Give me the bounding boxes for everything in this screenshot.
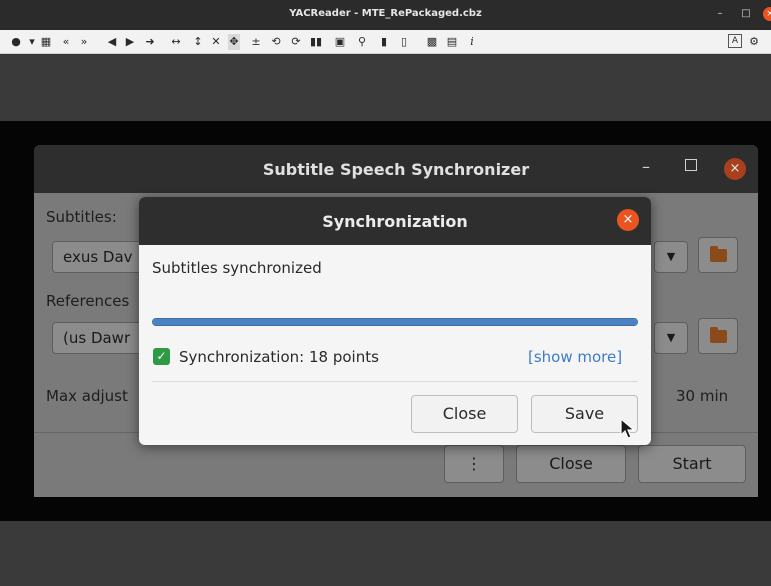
sync-close-button[interactable]: Close bbox=[411, 395, 518, 433]
sync-dialog-close-button[interactable]: × bbox=[617, 209, 639, 231]
sync-message: Subtitles synchronized bbox=[152, 259, 322, 277]
folder-icon bbox=[710, 327, 727, 343]
dropdown-arrow-icon[interactable]: ▾ bbox=[26, 34, 38, 50]
subsync-maximize-button[interactable] bbox=[685, 159, 697, 171]
sync-progress-fill bbox=[153, 319, 637, 325]
goto-page-icon[interactable]: ▩ bbox=[426, 34, 438, 50]
sync-dialog-separator bbox=[152, 381, 638, 382]
check-icon: ✓ bbox=[153, 348, 170, 365]
max-adjust-value: 30 min bbox=[676, 387, 729, 405]
comment-icon[interactable]: ● bbox=[10, 34, 22, 50]
subtitles-folder-button[interactable] bbox=[698, 237, 738, 273]
zoom-icon[interactable]: ± bbox=[250, 34, 262, 50]
next-icon[interactable]: ▶ bbox=[124, 34, 136, 50]
references-folder-button[interactable] bbox=[698, 318, 738, 354]
rotate-right-icon[interactable]: ⟳ bbox=[290, 34, 302, 50]
manga-icon[interactable]: ▣ bbox=[334, 34, 346, 50]
maximize-button[interactable]: □ bbox=[738, 6, 754, 22]
info-icon[interactable]: i bbox=[466, 34, 478, 50]
show-bookmarks-icon[interactable]: ▯ bbox=[398, 34, 410, 50]
translator-icon[interactable]: ▤ bbox=[446, 34, 458, 50]
minimize-button[interactable]: – bbox=[712, 6, 728, 22]
subsync-minimize-button[interactable]: – bbox=[642, 157, 650, 176]
grid-icon[interactable]: ▦ bbox=[40, 34, 52, 50]
subsync-titlebar: Subtitle Speech Synchronizer – × bbox=[34, 145, 758, 193]
double-page-icon[interactable]: ▮▮ bbox=[310, 34, 322, 50]
synchronization-dialog: Synchronization × Subtitles synchronized… bbox=[139, 197, 651, 445]
reader-background-top bbox=[0, 55, 771, 121]
fullscreen-icon[interactable]: A bbox=[728, 34, 742, 48]
app-titlebar: YACReader - MTE_RePackaged.cbz – □ × bbox=[0, 0, 771, 30]
sync-dialog-titlebar: Synchronization × bbox=[139, 197, 651, 245]
more-options-button[interactable]: ⋮ bbox=[444, 445, 504, 483]
mouse-cursor-icon bbox=[620, 418, 636, 439]
sync-progress-bar bbox=[152, 318, 638, 326]
magnifier-icon[interactable]: ⚲ bbox=[356, 34, 368, 50]
bookmark-icon[interactable]: ▮ bbox=[378, 34, 390, 50]
app-title: YACReader - MTE_RePackaged.cbz bbox=[289, 8, 482, 19]
rotate-left-icon[interactable]: ⟲ bbox=[270, 34, 282, 50]
subsync-close-button[interactable]: × bbox=[724, 158, 746, 180]
references-label: References bbox=[46, 292, 130, 310]
references-dropdown[interactable]: ▼ bbox=[654, 322, 688, 354]
start-button[interactable]: Start bbox=[638, 445, 746, 483]
subtitles-label: Subtitles: bbox=[46, 208, 117, 226]
reader-toolbar: ● ▾ ▦ « » ◀ ▶ ➜ ↔ ↕ ✕ ✥ ± ⟲ ⟳ ▮▮ ▣ ⚲ ▮ ▯… bbox=[0, 30, 771, 54]
sync-status-text: Synchronization: 18 points bbox=[179, 348, 379, 366]
subsync-close-main-button[interactable]: Close bbox=[516, 445, 626, 483]
forward-arrow-icon[interactable]: ➜ bbox=[144, 34, 156, 50]
fit-page-icon[interactable]: ✥ bbox=[228, 34, 240, 50]
fast-forward-icon[interactable]: » bbox=[78, 34, 90, 50]
sync-dialog-title: Synchronization bbox=[322, 212, 468, 231]
fit-width-icon[interactable]: ↔ bbox=[170, 34, 182, 50]
folder-icon bbox=[710, 246, 727, 262]
settings-icon[interactable]: ⚙ bbox=[748, 34, 760, 50]
app-close-button[interactable]: × bbox=[763, 7, 771, 21]
rewind-icon[interactable]: « bbox=[60, 34, 72, 50]
subtitles-dropdown[interactable]: ▼ bbox=[654, 241, 688, 273]
max-adjust-label: Max adjust bbox=[46, 387, 128, 405]
prev-icon[interactable]: ◀ bbox=[106, 34, 118, 50]
fit-height-icon[interactable]: ↕ bbox=[192, 34, 204, 50]
no-fit-icon[interactable]: ✕ bbox=[210, 34, 222, 50]
reader-background-bottom bbox=[0, 521, 771, 586]
show-more-link[interactable]: [show more] bbox=[528, 348, 622, 366]
